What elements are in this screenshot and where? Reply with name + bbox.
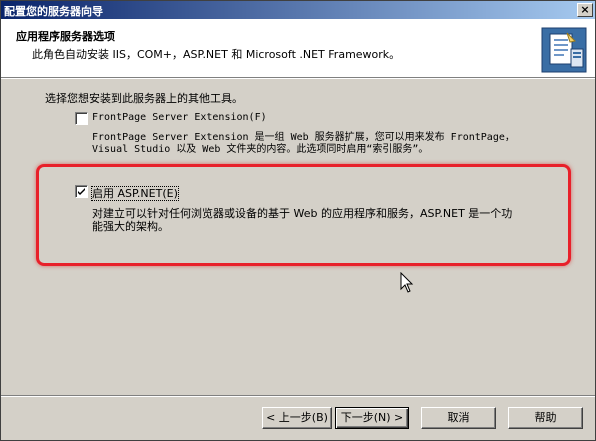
- aspnet-label: 启用 ASP.NET: [92, 187, 163, 200]
- help-button[interactable]: 帮助: [508, 407, 583, 429]
- frontpage-option[interactable]: FrontPage Server Extension(F): [92, 112, 267, 123]
- checkmark-icon: [78, 188, 85, 195]
- frontpage-desc-line1: FrontPage Server Extension 是一组 Web 服务器扩展…: [92, 132, 515, 143]
- cancel-button[interactable]: 取消: [421, 407, 496, 429]
- aspnet-desc-line1: 对建立可以针对任何浏览器或设备的基于 Web 的应用程序和服务，ASP.NET …: [92, 207, 513, 220]
- frontpage-accel: (F): [248, 112, 267, 123]
- wizard-header: 应用程序服务器选项 此角色自动安装 IIS，COM+，ASP.NET 和 Mic…: [1, 19, 595, 77]
- header-divider: [1, 77, 595, 79]
- frontpage-desc-line2: Visual Studio 以及 Web 文件夹的内容。此选项同时启用“索引服务…: [92, 144, 429, 155]
- aspnet-accel: (E): [162, 187, 178, 200]
- back-button[interactable]: < 上一步(B): [262, 407, 332, 429]
- window-title: 配置您的服务器向导: [4, 5, 103, 18]
- footer-divider: [1, 395, 595, 397]
- frontpage-label: FrontPage Server Extension: [92, 112, 249, 123]
- mouse-cursor-icon: [400, 272, 414, 293]
- aspnet-desc-line2: 能强大的架构。: [92, 220, 169, 233]
- aspnet-checkbox[interactable]: [75, 185, 88, 198]
- wizard-window: 配置您的服务器向导 × 应用程序服务器选项 此角色自动安装 IIS，COM+，A…: [0, 0, 596, 441]
- intro-text: 选择您想安装到此服务器上的其他工具。: [45, 92, 243, 105]
- close-button[interactable]: ×: [577, 3, 593, 17]
- aspnet-option[interactable]: 启用 ASP.NET(E): [91, 185, 179, 201]
- next-button[interactable]: 下一步(N) >: [335, 407, 409, 429]
- server-wizard-icon: [541, 27, 587, 73]
- page-subtitle: 此角色自动安装 IIS，COM+，ASP.NET 和 Microsoft .NE…: [32, 48, 401, 61]
- aspnet-label-focus: 启用 ASP.NET(E): [91, 186, 179, 201]
- page-title: 应用程序服务器选项: [16, 30, 115, 43]
- frontpage-description: FrontPage Server Extension 是一组 Web 服务器扩展…: [92, 132, 515, 156]
- title-bar[interactable]: 配置您的服务器向导 ×: [1, 1, 595, 19]
- aspnet-description: 对建立可以针对任何浏览器或设备的基于 Web 的应用程序和服务，ASP.NET …: [92, 207, 512, 233]
- frontpage-checkbox[interactable]: [75, 112, 88, 125]
